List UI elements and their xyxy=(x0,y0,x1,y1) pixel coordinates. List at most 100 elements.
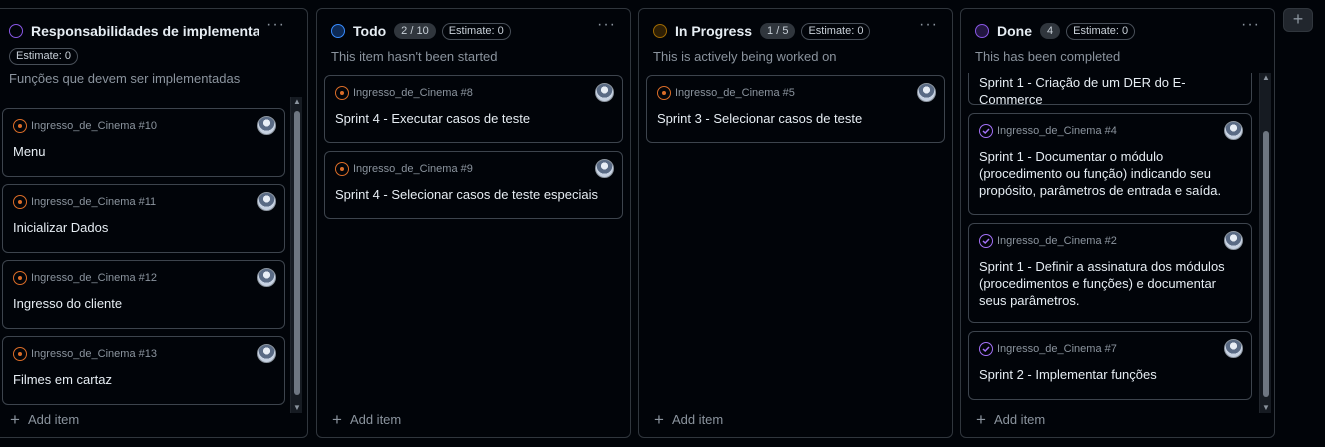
avatar[interactable] xyxy=(257,116,276,135)
issue-closed-icon xyxy=(979,124,993,138)
add-item-button[interactable]: + Add item xyxy=(654,409,724,429)
card-item[interactable]: Ingresso_de_Cinema #5 Sprint 3 - Selecio… xyxy=(646,75,945,143)
issue-opened-icon xyxy=(13,271,27,285)
column-description: This item hasn't been started xyxy=(331,49,498,64)
avatar[interactable] xyxy=(1224,121,1243,140)
card-item[interactable]: Ingresso_de_Cinema #13 Filmes em cartaz xyxy=(2,336,285,405)
issue-closed-icon xyxy=(979,234,993,248)
card-title[interactable]: Menu xyxy=(13,143,274,160)
estimate-badge: Estimate: 0 xyxy=(801,22,871,40)
column-title[interactable]: Done xyxy=(997,23,1032,39)
avatar[interactable] xyxy=(1224,339,1243,358)
card-reference[interactable]: Ingresso_de_Cinema #5 xyxy=(675,87,795,99)
column-menu-button[interactable]: ··· xyxy=(597,17,616,33)
scroll-thumb[interactable] xyxy=(1263,131,1269,397)
avatar[interactable] xyxy=(257,192,276,211)
add-item-button[interactable]: + Add item xyxy=(332,409,401,429)
column-menu-button[interactable]: ··· xyxy=(266,17,285,33)
column-description: Funções que devem ser implementadas xyxy=(9,71,241,86)
item-count-badge: 2 / 10 xyxy=(394,23,436,39)
scroll-down-icon[interactable]: ▼ xyxy=(291,403,303,413)
card-reference[interactable]: Ingresso_de_Cinema #9 xyxy=(353,163,473,175)
card-item[interactable]: Ingresso_de_Cinema #11 Inicializar Dados xyxy=(2,184,285,253)
card-title[interactable]: Sprint 2 - Implementar funções xyxy=(979,366,1241,383)
column-title[interactable]: Todo xyxy=(353,23,386,39)
card-title[interactable]: Ingresso do cliente xyxy=(13,295,274,312)
column-title[interactable]: In Progress xyxy=(675,23,752,39)
card-item[interactable]: Ingresso_de_Cinema #12 Ingresso do clien… xyxy=(2,260,285,329)
column-header: Done 4 Estimate: 0 This has been complet… xyxy=(961,9,1274,64)
card-title[interactable]: Sprint 4 - Selecionar casos de teste esp… xyxy=(335,186,612,203)
card-item[interactable]: Ingresso_de_Cinema #4 Sprint 1 - Documen… xyxy=(968,113,1252,215)
card-list: Ingresso_de_Cinema #8 Sprint 4 - Executa… xyxy=(324,75,623,415)
card-item[interactable]: Ingresso_de_Cinema #9 Sprint 4 - Selecio… xyxy=(324,151,623,219)
card-item[interactable]: Ingresso_de_Cinema #10 Menu xyxy=(2,108,285,177)
column-title[interactable]: Responsabilidades de implementação xyxy=(31,23,259,39)
status-dot-icon xyxy=(653,24,667,38)
plus-icon: + xyxy=(332,409,342,429)
vertical-scrollbar[interactable]: ▲ ▼ xyxy=(1259,73,1271,413)
card-item[interactable]: Ingresso_de_Cinema #7 Sprint 2 - Impleme… xyxy=(968,331,1252,400)
column-header: Responsabilidades de implementação Estim… xyxy=(0,9,307,86)
issue-opened-icon xyxy=(13,119,27,133)
plus-icon: + xyxy=(976,409,986,429)
card-title[interactable]: Sprint 1 - Definir a assinatura dos módu… xyxy=(979,258,1241,309)
avatar[interactable] xyxy=(1224,231,1243,250)
column-done: Done 4 Estimate: 0 This has been complet… xyxy=(960,8,1275,438)
column-menu-button[interactable]: ··· xyxy=(919,17,938,33)
scroll-up-icon[interactable]: ▲ xyxy=(1260,73,1272,83)
card-item[interactable]: Ingresso_de_Cinema #2 Sprint 1 - Definir… xyxy=(968,223,1252,323)
column-menu-button[interactable]: ··· xyxy=(1241,17,1260,33)
item-count-badge: 4 xyxy=(1040,23,1061,39)
card-reference[interactable]: Ingresso_de_Cinema #12 xyxy=(31,272,157,284)
card-list: Ingresso_de_Cinema #10 Menu Ingresso_de_… xyxy=(2,101,285,411)
item-count-badge: 1 / 5 xyxy=(760,23,796,39)
card-title[interactable]: Sprint 3 - Selecionar casos de teste xyxy=(657,110,934,127)
add-item-button[interactable]: + Add item xyxy=(10,409,79,429)
add-item-button[interactable]: + Add item xyxy=(976,409,1046,429)
add-item-label: Add item xyxy=(993,412,1046,427)
card-title[interactable]: Sprint 1 - Documentar o módulo (procedim… xyxy=(979,148,1241,199)
column-header: Todo 2 / 10 Estimate: 0 This item hasn't… xyxy=(317,9,630,64)
avatar[interactable] xyxy=(595,83,614,102)
card-item[interactable]: Sprint 1 - Criação de um DER do E-Commer… xyxy=(968,73,1252,108)
issue-opened-icon xyxy=(335,162,349,176)
card-title[interactable]: Sprint 4 - Executar casos de teste xyxy=(335,110,612,127)
card-item[interactable]: Ingresso_de_Cinema #8 Sprint 4 - Executa… xyxy=(324,75,623,143)
column-in-progress: In Progress 1 / 5 Estimate: 0 This is ac… xyxy=(638,8,953,438)
card-title[interactable]: Filmes em cartaz xyxy=(13,371,274,388)
card-reference[interactable]: Ingresso_de_Cinema #10 xyxy=(31,120,157,132)
scroll-thumb[interactable] xyxy=(294,111,300,395)
add-item-label: Add item xyxy=(671,412,724,427)
avatar[interactable] xyxy=(595,159,614,178)
card-reference[interactable]: Ingresso_de_Cinema #2 xyxy=(997,235,1117,247)
plus-icon: + xyxy=(654,409,664,429)
status-dot-icon xyxy=(331,24,345,38)
plus-icon: + xyxy=(10,409,20,429)
card-reference[interactable]: Ingresso_de_Cinema #7 xyxy=(997,343,1117,355)
card-reference[interactable]: Ingresso_de_Cinema #13 xyxy=(31,348,157,360)
card-title[interactable]: Sprint 1 - Criação de um DER do E-Commer… xyxy=(979,74,1241,108)
add-column-button[interactable]: + xyxy=(1283,8,1313,32)
avatar[interactable] xyxy=(917,83,936,102)
card-title[interactable]: Inicializar Dados xyxy=(13,219,274,236)
issue-opened-icon xyxy=(13,347,27,361)
avatar[interactable] xyxy=(257,268,276,287)
vertical-scrollbar[interactable]: ▲ ▼ xyxy=(290,97,302,413)
column-todo: Todo 2 / 10 Estimate: 0 This item hasn't… xyxy=(316,8,631,438)
issue-opened-icon xyxy=(657,86,671,100)
column-responsabilidades: Responsabilidades de implementação Estim… xyxy=(0,8,308,438)
issue-opened-icon xyxy=(13,195,27,209)
card-list: Sprint 1 - Criação de um DER do E-Commer… xyxy=(968,73,1252,411)
card-reference[interactable]: Ingresso_de_Cinema #11 xyxy=(31,196,156,208)
scroll-up-icon[interactable]: ▲ xyxy=(291,97,303,107)
avatar[interactable] xyxy=(257,344,276,363)
card-list: Ingresso_de_Cinema #5 Sprint 3 - Selecio… xyxy=(646,75,945,415)
card-reference[interactable]: Ingresso_de_Cinema #8 xyxy=(353,87,473,99)
status-dot-icon xyxy=(975,24,989,38)
issue-closed-icon xyxy=(979,342,993,356)
column-description: This has been completed xyxy=(975,49,1121,64)
card-reference[interactable]: Ingresso_de_Cinema #4 xyxy=(997,125,1117,137)
scroll-down-icon[interactable]: ▼ xyxy=(1260,403,1272,413)
estimate-badge: Estimate: 0 xyxy=(1066,22,1136,40)
